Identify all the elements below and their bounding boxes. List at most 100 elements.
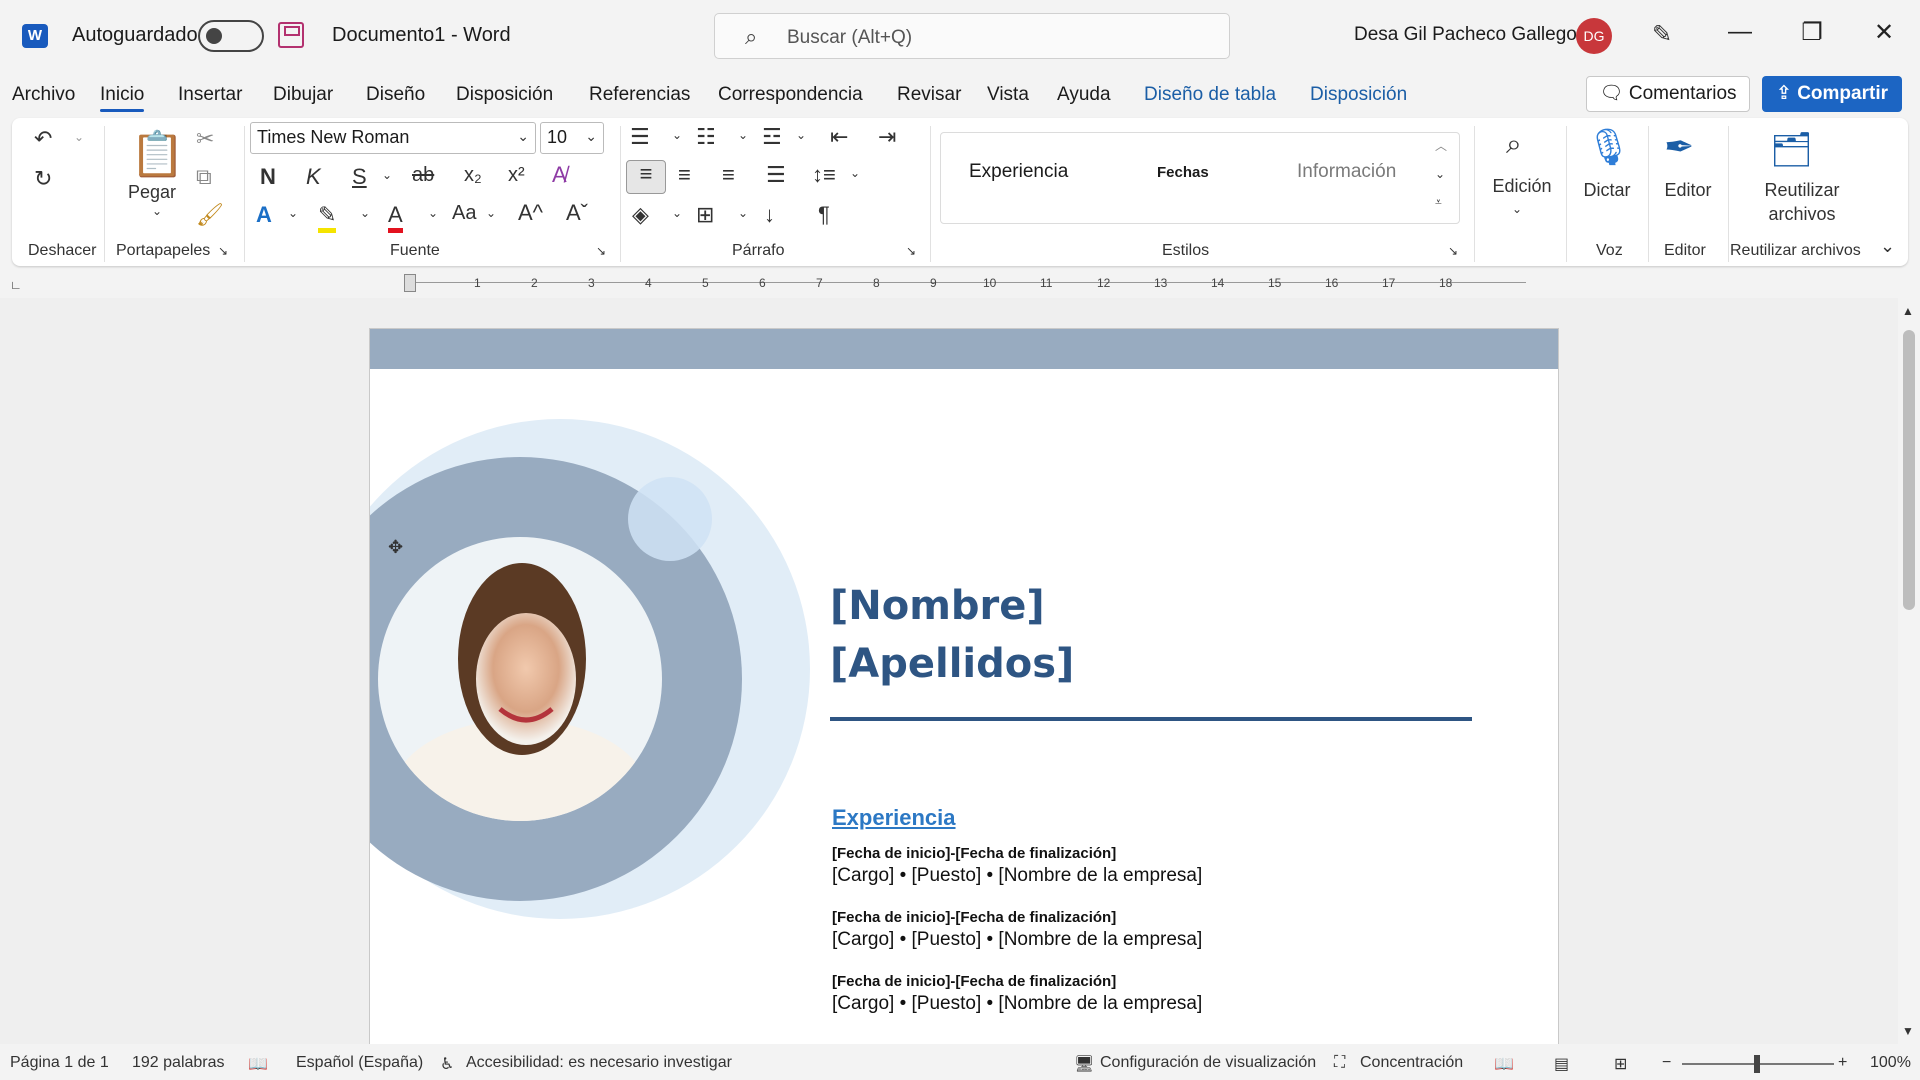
- underline-button[interactable]: S: [352, 164, 367, 190]
- shading-icon[interactable]: ◈: [632, 202, 649, 228]
- highlight-icon[interactable]: ✎: [318, 202, 337, 233]
- zoom-in-button[interactable]: +: [1838, 1054, 1847, 1072]
- align-left-icon[interactable]: ≡: [626, 160, 666, 194]
- justify-icon[interactable]: ☰: [766, 162, 786, 188]
- document-page[interactable]: ✥ [Nombre] [Apellidos] Experiencia [Fech…: [369, 328, 1559, 1044]
- editing-label[interactable]: Edición: [1482, 176, 1562, 197]
- font-name-select[interactable]: Times New Roman ⌄: [250, 122, 536, 154]
- decrease-indent-icon[interactable]: ⇤: [830, 124, 848, 150]
- tab-vista[interactable]: Vista: [987, 84, 1029, 106]
- multilevel-dropdown-icon[interactable]: ⌄: [796, 128, 806, 142]
- strikethrough-button[interactable]: ab: [412, 164, 434, 187]
- format-painter-icon[interactable]: 🖌: [196, 202, 224, 228]
- text-effects-dropdown-icon[interactable]: ⌄: [288, 206, 298, 220]
- font-color-dropdown-icon[interactable]: ⌄: [428, 206, 438, 220]
- zoom-slider-thumb[interactable]: [1754, 1055, 1760, 1073]
- tab-revisar[interactable]: Revisar: [897, 84, 961, 106]
- increase-indent-icon[interactable]: ⇥: [878, 124, 896, 150]
- borders-icon[interactable]: ⊞: [696, 202, 714, 228]
- underline-dropdown-icon[interactable]: ⌄: [382, 168, 392, 182]
- user-avatar[interactable]: DG: [1576, 18, 1612, 54]
- line-spacing-icon[interactable]: ↕≡: [812, 162, 836, 188]
- zoom-level[interactable]: 100%: [1870, 1054, 1911, 1072]
- cut-icon[interactable]: ✂: [196, 126, 214, 152]
- language[interactable]: Español (España): [296, 1054, 423, 1072]
- show-formatting-icon[interactable]: ¶: [818, 202, 830, 228]
- bullets-icon[interactable]: ☰: [630, 124, 650, 150]
- reuse-label-2[interactable]: archivos: [1752, 204, 1852, 225]
- italic-button[interactable]: K: [306, 164, 321, 190]
- entry-role[interactable]: [Cargo] • [Puesto] • [Nombre de la empre…: [832, 993, 1202, 1015]
- entry-date[interactable]: [Fecha de inicio]-[Fecha de finalización…: [832, 909, 1116, 926]
- tab-diseno[interactable]: Diseño: [366, 84, 425, 106]
- redo-icon[interactable]: ↻: [34, 166, 52, 192]
- change-case-button[interactable]: Aa: [452, 202, 476, 225]
- sort-icon[interactable]: ↓: [764, 202, 775, 228]
- bullets-dropdown-icon[interactable]: ⌄: [672, 128, 682, 142]
- copy-icon[interactable]: ⧉: [196, 164, 212, 190]
- paragraph-launcher-icon[interactable]: ↘: [906, 244, 916, 258]
- entry-date[interactable]: [Fecha de inicio]-[Fecha de finalización…: [832, 973, 1116, 990]
- tab-selector-icon[interactable]: ∟: [10, 278, 22, 292]
- accessibility-icon[interactable]: ♿: [440, 1054, 454, 1074]
- paste-dropdown-icon[interactable]: ⌄: [152, 204, 162, 218]
- scroll-thumb[interactable]: [1903, 330, 1915, 610]
- table-move-handle-icon[interactable]: ✥: [388, 537, 403, 558]
- tab-dibujar[interactable]: Dibujar: [273, 84, 333, 106]
- scroll-down-icon[interactable]: ▼: [1902, 1024, 1914, 1038]
- bold-button[interactable]: N: [260, 164, 276, 190]
- focus-icon[interactable]: ⛶: [1334, 1054, 1345, 1072]
- surname-placeholder[interactable]: [Apellidos]: [830, 641, 1074, 687]
- restore-button[interactable]: ❐: [1792, 18, 1832, 47]
- focus-mode[interactable]: Concentración: [1360, 1054, 1463, 1072]
- style-informacion[interactable]: Información: [1297, 161, 1396, 183]
- undo-dropdown-icon[interactable]: ⌄: [74, 130, 84, 144]
- reuse-files-icon[interactable]: 🗂: [1770, 130, 1813, 170]
- grow-font-button[interactable]: A^: [518, 200, 543, 226]
- text-effects-icon[interactable]: A: [256, 202, 272, 228]
- shrink-font-button[interactable]: Aˇ: [566, 200, 588, 226]
- microphone-icon[interactable]: 🎙: [1586, 126, 1632, 168]
- undo-icon[interactable]: ↶: [34, 126, 52, 152]
- styles-scroll-up-icon[interactable]: ︿: [1435, 137, 1447, 154]
- dictate-label[interactable]: Dictar: [1572, 180, 1642, 201]
- superscript-button[interactable]: x²: [508, 164, 525, 187]
- font-color-icon[interactable]: A: [388, 202, 403, 233]
- print-layout-icon[interactable]: ▤: [1554, 1054, 1569, 1074]
- style-experiencia[interactable]: Experiencia: [969, 161, 1068, 183]
- display-settings-icon[interactable]: 🖥: [1074, 1054, 1094, 1074]
- horizontal-ruler[interactable]: 1 2 3 4 5 6 7 8 9 10 11 12 13 14 15 16 1…: [370, 274, 1560, 292]
- zoom-out-button[interactable]: −: [1662, 1054, 1671, 1072]
- paste-label[interactable]: Pegar: [128, 182, 176, 203]
- align-center-icon[interactable]: ≡: [678, 162, 691, 188]
- tab-insertar[interactable]: Insertar: [178, 84, 242, 106]
- tab-disposicion[interactable]: Disposición: [456, 84, 553, 106]
- editor-pen-icon[interactable]: ✒: [1664, 126, 1694, 168]
- styles-more-icon[interactable]: ⩡: [1435, 195, 1442, 210]
- accessibility-status[interactable]: Accesibilidad: es necesario investigar: [466, 1054, 732, 1072]
- paste-icon[interactable]: 📋: [130, 128, 185, 180]
- minimize-button[interactable]: —: [1720, 18, 1760, 46]
- user-name[interactable]: Desa Gil Pacheco Gallegos: [1354, 24, 1586, 46]
- font-launcher-icon[interactable]: ↘: [596, 244, 606, 258]
- tab-diseno-de-tabla[interactable]: Diseño de tabla: [1144, 84, 1276, 106]
- search-box[interactable]: ⌕ Buscar (Alt+Q): [714, 13, 1230, 59]
- editing-dropdown-icon[interactable]: ⌄: [1512, 202, 1522, 216]
- tab-ayuda[interactable]: Ayuda: [1057, 84, 1111, 106]
- numbering-icon[interactable]: ☷: [696, 124, 716, 150]
- indent-marker-icon[interactable]: [404, 274, 416, 292]
- highlight-dropdown-icon[interactable]: ⌄: [360, 206, 370, 220]
- clipboard-launcher-icon[interactable]: ↘: [218, 244, 228, 258]
- numbering-dropdown-icon[interactable]: ⌄: [738, 128, 748, 142]
- share-button[interactable]: ⇪ Compartir: [1762, 76, 1902, 112]
- multilevel-list-icon[interactable]: ☲: [762, 124, 782, 150]
- styles-scroll-down-icon[interactable]: ⌄: [1435, 167, 1445, 181]
- tab-correspondencia[interactable]: Correspondencia: [718, 84, 863, 106]
- comments-button[interactable]: 🗨 Comentarios: [1586, 76, 1750, 112]
- change-case-dropdown-icon[interactable]: ⌄: [486, 206, 496, 220]
- styles-launcher-icon[interactable]: ↘: [1448, 244, 1458, 258]
- shading-dropdown-icon[interactable]: ⌄: [672, 206, 682, 220]
- line-spacing-dropdown-icon[interactable]: ⌄: [850, 166, 860, 180]
- borders-dropdown-icon[interactable]: ⌄: [738, 206, 748, 220]
- read-mode-icon[interactable]: 📖: [1494, 1054, 1514, 1074]
